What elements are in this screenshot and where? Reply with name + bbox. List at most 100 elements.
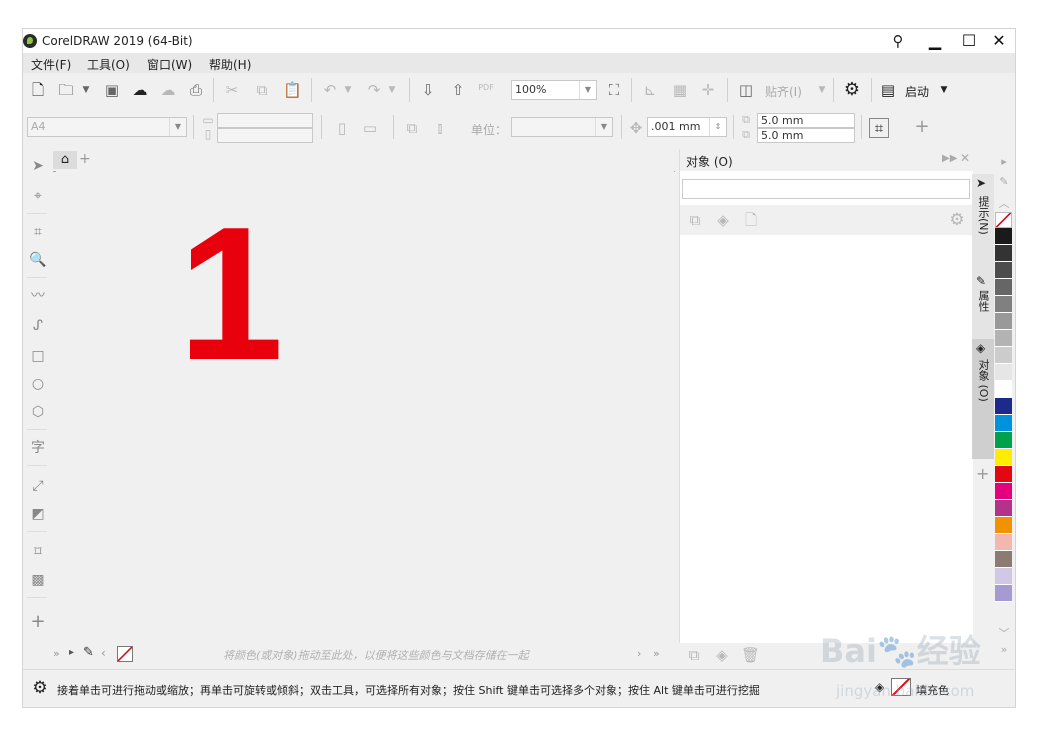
shape-tool-icon[interactable]: ⌖ <box>29 187 47 205</box>
welcome-home-tab-icon[interactable]: ⌂ <box>53 151 77 169</box>
save-icon[interactable]: ▣ <box>103 81 121 99</box>
color-swatch[interactable] <box>995 296 1012 313</box>
copy-icon[interactable]: ⧉ <box>253 81 271 99</box>
docpalette-no-color-swatch[interactable] <box>117 646 133 662</box>
portrait-icon[interactable]: ▯ <box>333 119 351 137</box>
menu-tools[interactable]: 工具(O) <box>87 56 130 73</box>
color-swatch[interactable] <box>995 517 1012 534</box>
color-swatch[interactable] <box>995 415 1012 432</box>
ellipse-tool-icon[interactable]: ○ <box>29 375 47 393</box>
docker-options-gear-icon[interactable]: ⚙ <box>948 211 966 229</box>
color-swatch[interactable] <box>995 364 1012 381</box>
paste-icon[interactable]: 📋 <box>283 81 302 99</box>
palette-options-icon[interactable]: ▸ <box>995 155 1013 168</box>
docpalette-expand-icon[interactable]: » <box>53 647 60 660</box>
color-swatch[interactable] <box>995 449 1012 466</box>
menu-window[interactable]: 窗口(W) <box>147 56 192 73</box>
collapse-docker-icon[interactable]: ▶▶ <box>942 153 957 164</box>
color-swatch[interactable] <box>995 534 1012 551</box>
snap-dropdown-icon[interactable]: ▼ <box>813 81 831 99</box>
import-icon[interactable]: ⇩ <box>419 81 437 99</box>
publish-pdf-icon[interactable]: PDF <box>477 79 495 97</box>
tab-hints[interactable]: 提示(N) <box>975 196 991 235</box>
rectangle-tool-icon[interactable]: □ <box>29 347 47 365</box>
no-color-swatch[interactable] <box>995 212 1012 228</box>
open-folder-icon[interactable]: 🗀 <box>57 81 75 99</box>
show-guidelines-icon[interactable]: ✛ <box>699 81 717 99</box>
color-swatch[interactable] <box>995 551 1012 568</box>
color-swatch[interactable] <box>995 466 1012 483</box>
page-frame-icon[interactable]: ⌗ <box>869 118 889 138</box>
color-swatch[interactable] <box>995 262 1012 279</box>
customize-toolbox-add-icon[interactable]: + <box>29 613 47 631</box>
add-docker-icon[interactable]: + <box>976 464 989 483</box>
options-gear-icon[interactable]: ⚙ <box>843 81 861 99</box>
color-swatch[interactable] <box>995 398 1012 415</box>
delete-icon[interactable]: 🗑 <box>741 646 760 664</box>
full-screen-preview-icon[interactable]: ⛶ <box>605 81 623 99</box>
pick-tool-icon[interactable]: ➤ <box>29 157 47 175</box>
crop-tool-icon[interactable]: ⌗ <box>29 223 47 241</box>
duplicate-distance-x-field[interactable]: 5.0 mm <box>757 113 855 128</box>
new-document-icon[interactable]: 🗋 <box>29 81 47 99</box>
user-account-icon[interactable]: ⚲ <box>889 32 907 50</box>
new-layer-icon[interactable]: ⧉ <box>686 211 704 229</box>
layers-icon[interactable]: ◈ <box>714 211 732 229</box>
status-gear-icon[interactable]: ⚙ <box>31 679 49 697</box>
units-select[interactable]: ▼ <box>511 117 613 137</box>
page-size-select[interactable]: A4 ▼ <box>27 117 187 137</box>
text-tool-icon[interactable]: 字 <box>29 439 47 457</box>
close-docker-icon[interactable]: ✕ <box>960 151 970 165</box>
close-button[interactable]: ✕ <box>985 30 1013 52</box>
minimize-button[interactable]: ▁ <box>921 30 949 52</box>
launch-app-icon[interactable]: ▤ <box>879 81 897 99</box>
drawing-canvas[interactable]: 1 <box>56 171 674 643</box>
docpalette-more-icon[interactable]: » <box>653 647 660 660</box>
color-swatch[interactable] <box>995 585 1012 602</box>
docpalette-eyedropper-icon[interactable]: ✎ <box>83 645 94 660</box>
color-swatch[interactable] <box>995 279 1012 296</box>
add-icon[interactable]: + <box>913 118 931 136</box>
menu-file[interactable]: 文件(F) <box>31 56 71 73</box>
launch-dropdown[interactable]: 启动 <box>905 83 929 100</box>
freehand-tool-icon[interactable]: 〰 <box>29 287 47 305</box>
nudge-distance-field[interactable]: .001 mm ⇕ <box>647 117 727 137</box>
interactive-fill-tool-icon[interactable]: ▩ <box>29 571 47 589</box>
docpalette-menu-icon[interactable]: ▸ <box>69 647 74 658</box>
color-swatch[interactable] <box>995 313 1012 330</box>
snap-to-dropdown[interactable]: 贴齐(I) <box>765 83 802 100</box>
maximize-button[interactable]: ☐ <box>955 30 983 52</box>
palette-scroll-up-icon[interactable]: ︿ <box>995 195 1013 211</box>
open-dropdown-icon[interactable]: ▼ <box>77 81 95 99</box>
color-swatch[interactable] <box>995 381 1012 398</box>
cut-icon[interactable]: ✂ <box>223 81 241 99</box>
color-swatch[interactable] <box>995 347 1012 364</box>
objects-search-input[interactable] <box>682 179 970 199</box>
docpalette-right-icon[interactable]: › <box>637 647 641 660</box>
print-icon[interactable]: ⎙ <box>187 81 205 99</box>
snap-to-icon[interactable]: ◫ <box>737 81 755 99</box>
new-page-icon[interactable]: 🗋 <box>742 211 760 229</box>
launch-chevron-down-icon[interactable]: ▼ <box>935 81 953 99</box>
color-swatch[interactable] <box>995 330 1012 347</box>
zoom-tool-icon[interactable]: 🔍 <box>29 251 47 269</box>
page-height-field[interactable] <box>217 128 313 143</box>
docpalette-left-icon[interactable]: ‹ <box>101 646 106 660</box>
new-tab-add-icon[interactable]: + <box>79 151 91 167</box>
redo-icon[interactable]: ↷ <box>365 81 383 99</box>
layer-settings-icon[interactable]: ◈ <box>713 646 731 664</box>
tab-objects-active[interactable]: ◈ 对象 (O) <box>972 339 994 459</box>
landscape-icon[interactable]: ▭ <box>361 119 379 137</box>
merge-layers-icon[interactable]: ⧉ <box>685 646 703 664</box>
artistic-media-tool-icon[interactable]: ᔑ <box>29 317 47 335</box>
undo-icon[interactable]: ↶ <box>321 81 339 99</box>
menu-help[interactable]: 帮助(H) <box>209 56 251 73</box>
all-pages-icon[interactable]: ⧉ <box>403 119 421 137</box>
duplicate-distance-y-field[interactable]: 5.0 mm <box>757 128 855 143</box>
color-swatch[interactable] <box>995 432 1012 449</box>
page-width-field[interactable] <box>217 113 313 128</box>
polygon-tool-icon[interactable]: ⬡ <box>29 403 47 421</box>
color-swatch[interactable] <box>995 483 1012 500</box>
color-swatch[interactable] <box>995 500 1012 517</box>
cloud-share-icon[interactable]: ☁ <box>159 81 177 99</box>
